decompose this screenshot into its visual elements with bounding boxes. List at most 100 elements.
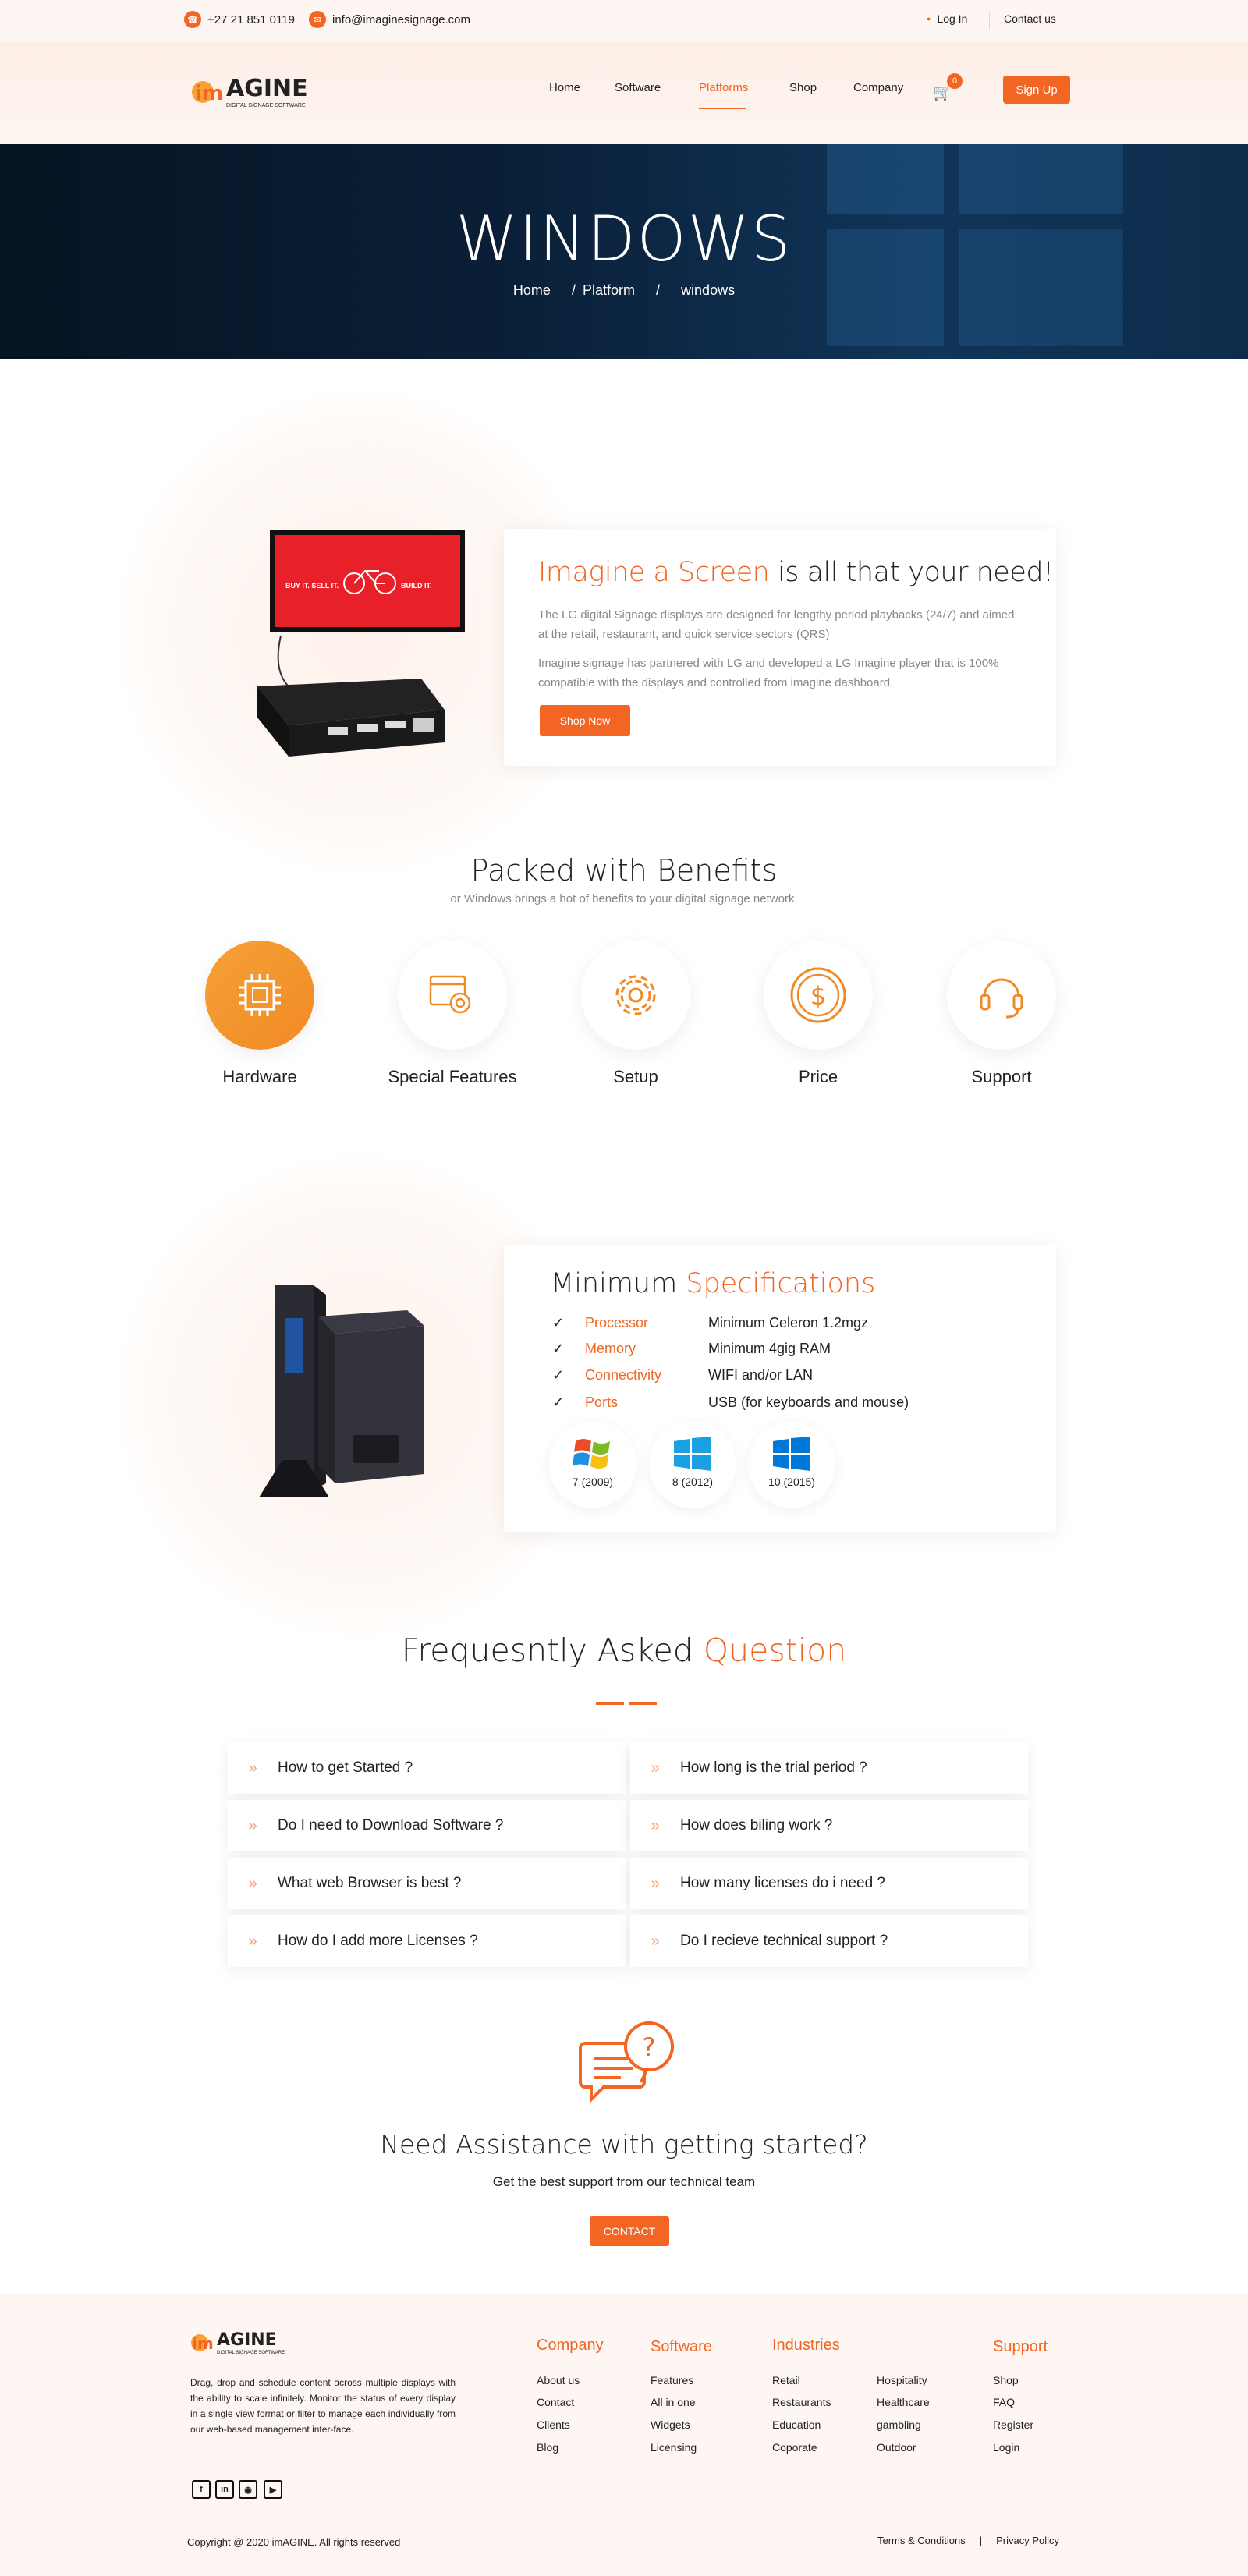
faq-item[interactable]: » Do I need to Download Software ? <box>228 1800 626 1851</box>
cart-button[interactable]: 🛒 0 <box>931 73 963 105</box>
facebook-icon[interactable]: f <box>192 2480 211 2499</box>
windows-10-badge: 10 (2015) <box>748 1421 835 1508</box>
benefits-subtitle: or Windows brings a hot of benefits to y… <box>450 892 798 905</box>
footer-logo[interactable]: im AGINE DIGITAL SIGNAGE SOFTWARE <box>187 2326 289 2360</box>
instagram-icon[interactable]: ◉ <box>239 2480 257 2499</box>
hero-title: WINDOWS <box>456 203 792 275</box>
footer-link[interactable]: Outdoor <box>877 2441 916 2454</box>
faq-item[interactable]: » How many licenses do i need ? <box>630 1858 1028 1909</box>
intro-title-accent: Imagine a Screen <box>538 557 770 588</box>
nav-company[interactable]: Company <box>853 81 903 94</box>
nav-platforms[interactable]: Platforms <box>699 81 748 94</box>
terms-link[interactable]: Terms & Conditions <box>878 2535 966 2546</box>
footer-link[interactable]: Retail <box>772 2374 800 2386</box>
footer-link[interactable]: FAQ <box>993 2396 1015 2408</box>
footer-link[interactable]: Restaurants <box>772 2396 831 2408</box>
contact-button[interactable]: CONTACT <box>590 2216 669 2246</box>
footer-link[interactable]: Features <box>651 2374 693 2386</box>
mail-icon: ✉ <box>309 11 326 28</box>
footer-logo-tagline: DIGITAL SIGNAGE SOFTWARE <box>217 2351 285 2355</box>
benefit-label-special-features: Special Features <box>388 1067 517 1086</box>
spec-value: Minimum 4gig RAM <box>708 1341 831 1356</box>
screen-text-left: BUY IT. SELL IT. <box>285 582 339 590</box>
footer-link[interactable]: Shop <box>993 2374 1019 2386</box>
footer-link[interactable]: Licensing <box>651 2441 697 2454</box>
benefit-price[interactable]: $ <box>764 941 873 1050</box>
footer-link[interactable]: Register <box>993 2418 1034 2431</box>
spec-key: Ports <box>585 1394 619 1410</box>
faq-item[interactable]: » How to get Started ? <box>228 1742 626 1794</box>
windows-8-label: 8 (2012) <box>672 1476 714 1488</box>
footer-link[interactable]: Blog <box>537 2441 558 2454</box>
spec-row: ✓ Memory Minimum 4gig RAM <box>552 1341 958 1364</box>
benefit-label-hardware: Hardware <box>222 1067 297 1086</box>
privacy-link[interactable]: Privacy Policy <box>996 2535 1059 2546</box>
svg-text:im: im <box>195 82 223 105</box>
gear-icon <box>615 975 656 1015</box>
footer-description: Drag, drop and schedule content across m… <box>190 2377 456 2435</box>
login-link[interactable]: ● Log In <box>927 12 967 25</box>
windows-7-badge: 7 (2009) <box>549 1421 636 1508</box>
svg-text:im: im <box>192 2334 214 2353</box>
email-address: info@imaginesignage.com <box>332 12 470 27</box>
footer-link[interactable]: All in one <box>651 2396 696 2408</box>
breadcrumb-home[interactable]: Home <box>513 282 551 298</box>
faq-item[interactable]: » How does biling work ? <box>630 1800 1028 1851</box>
chip-icon <box>239 974 281 1016</box>
chevron-double-right-icon: » <box>248 1932 257 1950</box>
chevron-double-right-icon: » <box>248 1816 257 1834</box>
shop-now-button[interactable]: Shop Now <box>540 705 630 736</box>
faq-item[interactable]: » What web Browser is best ? <box>228 1858 626 1909</box>
footer-heading-support: Support <box>993 2338 1048 2355</box>
player-image: BUY IT. SELL IT. BUILD IT. <box>242 523 476 772</box>
title-underline <box>596 1702 624 1705</box>
logo[interactable]: im AGINE DIGITAL SIGNAGE SOFTWARE <box>187 69 320 112</box>
footer-link[interactable]: About us <box>537 2374 580 2386</box>
sign-up-button[interactable]: Sign Up <box>1003 76 1070 104</box>
assist-title: Need Assistance with getting started? <box>380 2129 868 2160</box>
linkedin-icon[interactable]: in <box>215 2480 234 2499</box>
faq-question: How long is the trial period ? <box>680 1759 867 1776</box>
footer-link[interactable]: gambling <box>877 2418 921 2431</box>
footer-link[interactable]: Coporate <box>772 2441 817 2454</box>
contact-us-link[interactable]: Contact us <box>1004 12 1056 25</box>
main-header: im AGINE DIGITAL SIGNAGE SOFTWARE Home S… <box>0 41 1248 144</box>
faq-item[interactable]: » How long is the trial period ? <box>630 1742 1028 1794</box>
intro-title-rest: is all that your need! <box>777 557 1054 588</box>
faq-question: How do I add more Licenses ? <box>278 1933 478 1949</box>
windows-10-logo-icon <box>773 1437 810 1471</box>
svg-text:$: $ <box>810 981 826 1011</box>
nav-software[interactable]: Software <box>615 81 661 94</box>
footer-link[interactable]: Login <box>993 2441 1019 2454</box>
footer-link[interactable]: Education <box>772 2418 821 2431</box>
email-contact[interactable]: ✉ info@imaginesignage.com <box>309 11 470 28</box>
nav-shop[interactable]: Shop <box>789 81 817 94</box>
benefit-support[interactable] <box>947 941 1056 1050</box>
divider <box>989 11 990 30</box>
benefit-setup[interactable] <box>581 941 690 1050</box>
footer-link[interactable]: Clients <box>537 2418 570 2431</box>
faq-item[interactable]: » How do I add more Licenses ? <box>228 1915 626 1967</box>
chevron-double-right-icon: » <box>651 1816 660 1834</box>
check-icon: ✓ <box>552 1367 565 1383</box>
faq-item[interactable]: » Do I recieve technical support ? <box>630 1915 1028 1967</box>
benefit-hardware[interactable] <box>205 941 314 1050</box>
windows-7-label: 7 (2009) <box>572 1476 614 1488</box>
breadcrumb-platform[interactable]: Platform <box>583 282 635 298</box>
youtube-icon[interactable]: ▶ <box>264 2480 282 2499</box>
footer-link[interactable]: Hospitality <box>877 2374 927 2386</box>
phone-contact[interactable]: ☎ +27 21 851 0119 <box>184 11 295 28</box>
nav-home[interactable]: Home <box>549 81 580 94</box>
footer-link[interactable]: Contact <box>537 2396 574 2408</box>
spec-row: ✓ Processor Minimum Celeron 1.2mgz <box>552 1315 958 1338</box>
footer-link[interactable]: Healthcare <box>877 2396 930 2408</box>
chat-question-icon: ? <box>579 2021 674 2103</box>
phone-number: +27 21 851 0119 <box>207 12 295 27</box>
benefits-title: Packed with Benefits <box>470 853 778 888</box>
benefit-special-features[interactable] <box>398 941 507 1050</box>
footer-link[interactable]: Widgets <box>651 2418 690 2431</box>
specs-title-plain: Minimum <box>551 1268 678 1299</box>
check-icon: ✓ <box>552 1315 565 1331</box>
breadcrumb: Home / Platform / windows <box>0 282 1248 299</box>
chevron-double-right-icon: » <box>651 1932 660 1950</box>
